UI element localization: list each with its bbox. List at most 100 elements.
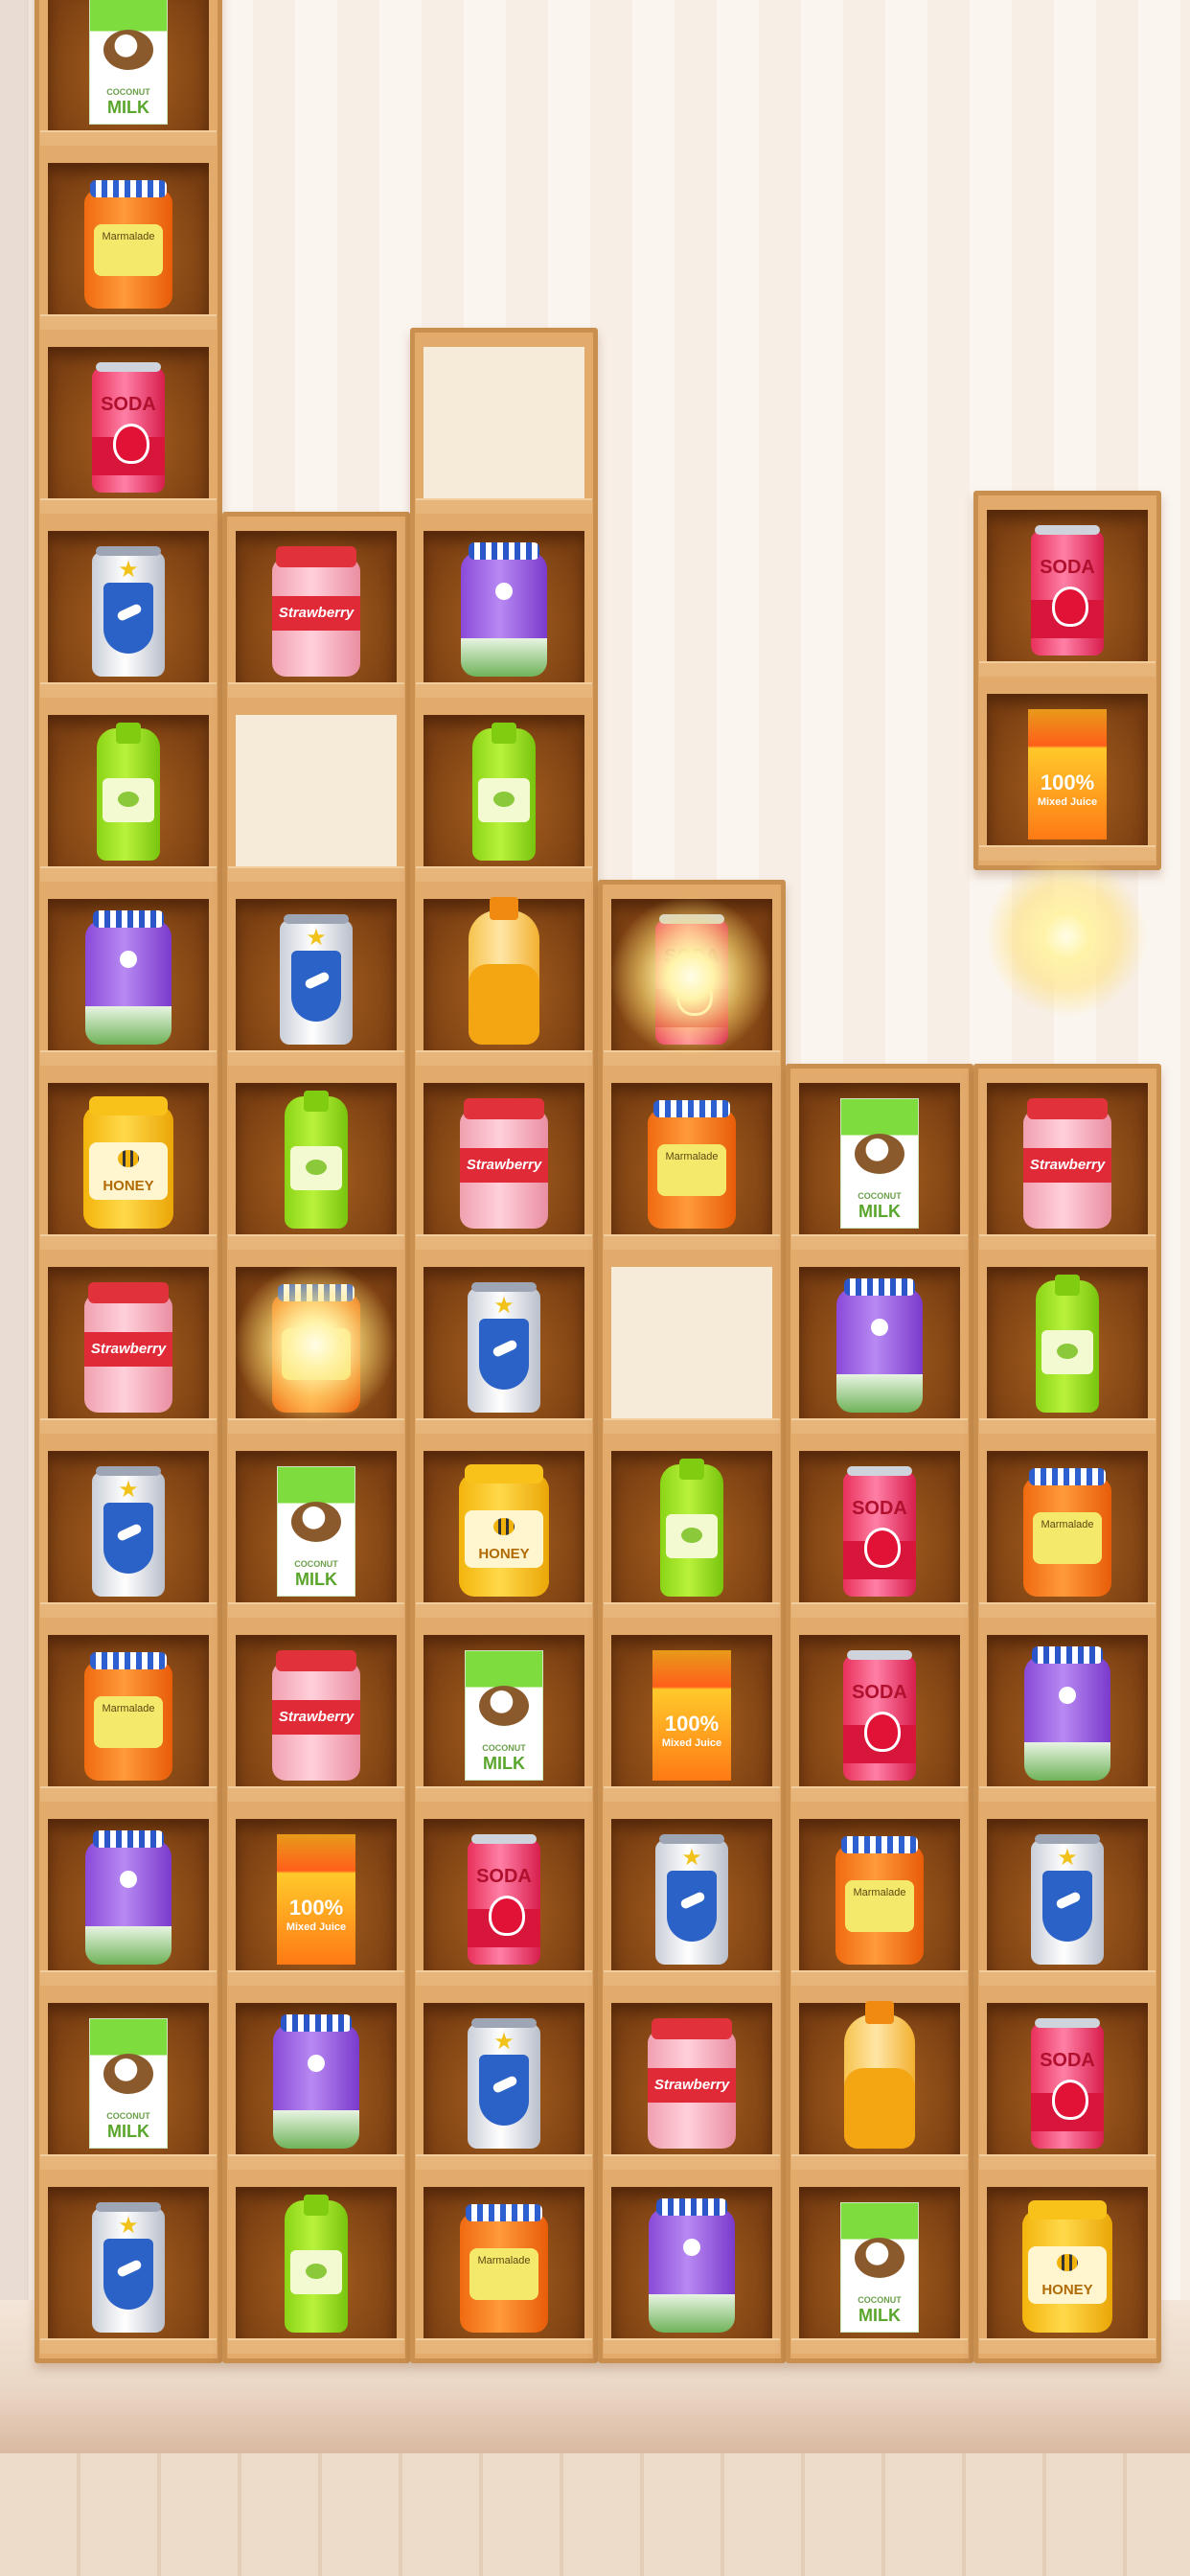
honey-jar[interactable]: HONEY xyxy=(459,1464,549,1597)
blue-shield-can[interactable] xyxy=(468,2018,540,2149)
honey-jar[interactable]: HONEY xyxy=(1022,2200,1112,2333)
green-grape-bottle[interactable] xyxy=(285,2195,348,2333)
shelf-cubby[interactable]: Marmalade xyxy=(598,1070,786,1254)
shelf-cubby[interactable] xyxy=(34,886,222,1070)
shelf-cubby[interactable]: 100% Mixed Juice xyxy=(973,680,1161,864)
shelf-cubby[interactable] xyxy=(410,518,598,702)
shelf-cubby[interactable]: HONEY xyxy=(34,1070,222,1254)
shelf-cubby[interactable]: Strawberry xyxy=(973,1070,1161,1254)
purple-blueberry-jar[interactable] xyxy=(1024,1646,1110,1781)
shelf-cubby[interactable]: Strawberry xyxy=(222,518,410,702)
blue-shield-can[interactable] xyxy=(92,2202,165,2333)
blue-shield-can[interactable] xyxy=(468,1282,540,1413)
coconut-milk-carton[interactable]: COCONUT MILK xyxy=(277,1466,355,1597)
shelf-cubby[interactable]: Marmalade xyxy=(410,2174,598,2358)
shelf-cubby[interactable]: SODA xyxy=(410,1806,598,1990)
shelf-cubby[interactable]: 100% Mixed Juice xyxy=(598,1622,786,1806)
purple-blueberry-jar[interactable] xyxy=(85,910,172,1045)
shelf-cubby[interactable] xyxy=(34,1438,222,1622)
shelf-cubby[interactable]: HONEY xyxy=(973,2174,1161,2358)
honey-jar[interactable]: HONEY xyxy=(83,1096,173,1229)
shelf-cubby[interactable] xyxy=(786,1990,973,2174)
marmalade-jar[interactable]: Marmalade xyxy=(648,1100,736,1229)
shelf-cubby[interactable]: COCONUT MILK xyxy=(222,1438,410,1622)
shelf-cubby[interactable] xyxy=(598,1806,786,1990)
strawberry-soda-can[interactable]: SODA xyxy=(843,1650,916,1781)
strawberry-soda-can[interactable]: SODA xyxy=(468,1834,540,1965)
green-grape-bottle[interactable] xyxy=(472,723,536,861)
mixed-juice-carton[interactable]: 100% Mixed Juice xyxy=(1028,709,1107,840)
strawberry-soda-can[interactable]: SODA xyxy=(1031,525,1104,656)
strawberry-jar[interactable]: Strawberry xyxy=(460,1098,548,1229)
coconut-milk-carton[interactable]: COCONUT MILK xyxy=(840,2202,919,2333)
empty-cubby[interactable] xyxy=(410,334,598,518)
shelf-cubby[interactable] xyxy=(410,1254,598,1438)
shelf-cubby[interactable] xyxy=(410,702,598,886)
green-grape-bottle[interactable] xyxy=(97,723,160,861)
strawberry-jar[interactable]: Strawberry xyxy=(84,1282,172,1413)
empty-cubby[interactable] xyxy=(598,1254,786,1438)
shelf-cubby[interactable]: Marmalade xyxy=(34,1622,222,1806)
shelf-cubby[interactable]: SODA xyxy=(786,1438,973,1622)
shelf-cubby[interactable]: COCONUT MILK xyxy=(786,2174,973,2358)
mixed-juice-carton[interactable]: 100% Mixed Juice xyxy=(277,1834,355,1965)
purple-blueberry-jar[interactable] xyxy=(649,2198,735,2333)
shelf-cubby[interactable] xyxy=(598,2174,786,2358)
purple-blueberry-jar[interactable] xyxy=(85,1830,172,1965)
blue-shield-can[interactable] xyxy=(280,914,353,1045)
shelf-cubby[interactable] xyxy=(598,1438,786,1622)
shelf-cubby[interactable]: HONEY xyxy=(410,1438,598,1622)
shelf-cubby[interactable]: 100% Mixed Juice xyxy=(222,1806,410,1990)
shelf-cubby[interactable]: COCONUT MILK xyxy=(34,0,222,150)
shelf-cubby[interactable] xyxy=(222,1990,410,2174)
marmalade-jar[interactable]: Marmalade xyxy=(835,1836,924,1965)
purple-blueberry-jar[interactable] xyxy=(461,542,547,677)
banana-milk-bottle[interactable] xyxy=(844,2001,915,2149)
coconut-milk-carton[interactable]: COCONUT MILK xyxy=(840,1098,919,1229)
blue-shield-can[interactable] xyxy=(92,546,165,677)
coconut-milk-carton[interactable]: COCONUT MILK xyxy=(89,0,168,125)
blue-shield-can[interactable] xyxy=(92,1466,165,1597)
purple-blueberry-jar[interactable] xyxy=(836,1278,923,1413)
shelf-cubby[interactable]: SODA xyxy=(786,1622,973,1806)
marmalade-jar[interactable]: Marmalade xyxy=(1023,1468,1111,1597)
shelf-cubby[interactable] xyxy=(34,1806,222,1990)
shelf-cubby[interactable]: Strawberry xyxy=(598,1990,786,2174)
strawberry-jar[interactable]: Strawberry xyxy=(1023,1098,1111,1229)
strawberry-soda-can[interactable]: SODA xyxy=(92,362,165,493)
shelf-cubby[interactable] xyxy=(222,1070,410,1254)
shelf-cubby[interactable]: Strawberry xyxy=(410,1070,598,1254)
shelf-cubby[interactable] xyxy=(786,1254,973,1438)
mixed-juice-carton[interactable]: 100% Mixed Juice xyxy=(652,1650,731,1781)
shelf-cubby[interactable]: COCONUT MILK xyxy=(410,1622,598,1806)
strawberry-soda-can[interactable]: SODA xyxy=(843,1466,916,1597)
shelf-cubby[interactable]: SODA xyxy=(34,334,222,518)
shelf-cubby[interactable] xyxy=(973,1806,1161,1990)
strawberry-jar[interactable]: Strawberry xyxy=(272,1650,360,1781)
shelf-cubby[interactable]: COCONUT MILK xyxy=(786,1070,973,1254)
marmalade-jar[interactable]: Marmalade xyxy=(84,180,172,309)
coconut-milk-carton[interactable]: COCONUT MILK xyxy=(89,2018,168,2149)
strawberry-jar[interactable]: Strawberry xyxy=(648,2018,736,2149)
green-grape-bottle[interactable] xyxy=(660,1459,723,1597)
shelf-cubby[interactable] xyxy=(973,1254,1161,1438)
shelf-cubby[interactable] xyxy=(410,886,598,1070)
strawberry-jar[interactable]: Strawberry xyxy=(272,546,360,677)
blue-shield-can[interactable] xyxy=(655,1834,728,1965)
shelf-cubby[interactable]: SODA xyxy=(973,1990,1161,2174)
green-grape-bottle[interactable] xyxy=(285,1091,348,1229)
shelf-cubby[interactable]: SODA xyxy=(973,496,1161,680)
shelf-cubby[interactable] xyxy=(34,518,222,702)
shelf-cubby[interactable] xyxy=(222,886,410,1070)
shelf-cubby[interactable] xyxy=(34,702,222,886)
shelf-cubby[interactable]: Strawberry xyxy=(34,1254,222,1438)
shelf-cubby[interactable]: Marmalade xyxy=(973,1438,1161,1622)
shelf-cubby[interactable] xyxy=(973,1622,1161,1806)
shelf-cubby[interactable] xyxy=(222,2174,410,2358)
strawberry-soda-can[interactable]: SODA xyxy=(1031,2018,1104,2149)
shelf-cubby[interactable]: Marmalade xyxy=(786,1806,973,1990)
empty-cubby[interactable] xyxy=(222,702,410,886)
coconut-milk-carton[interactable]: COCONUT MILK xyxy=(465,1650,543,1781)
blue-shield-can[interactable] xyxy=(1031,1834,1104,1965)
purple-blueberry-jar[interactable] xyxy=(273,2014,359,2149)
